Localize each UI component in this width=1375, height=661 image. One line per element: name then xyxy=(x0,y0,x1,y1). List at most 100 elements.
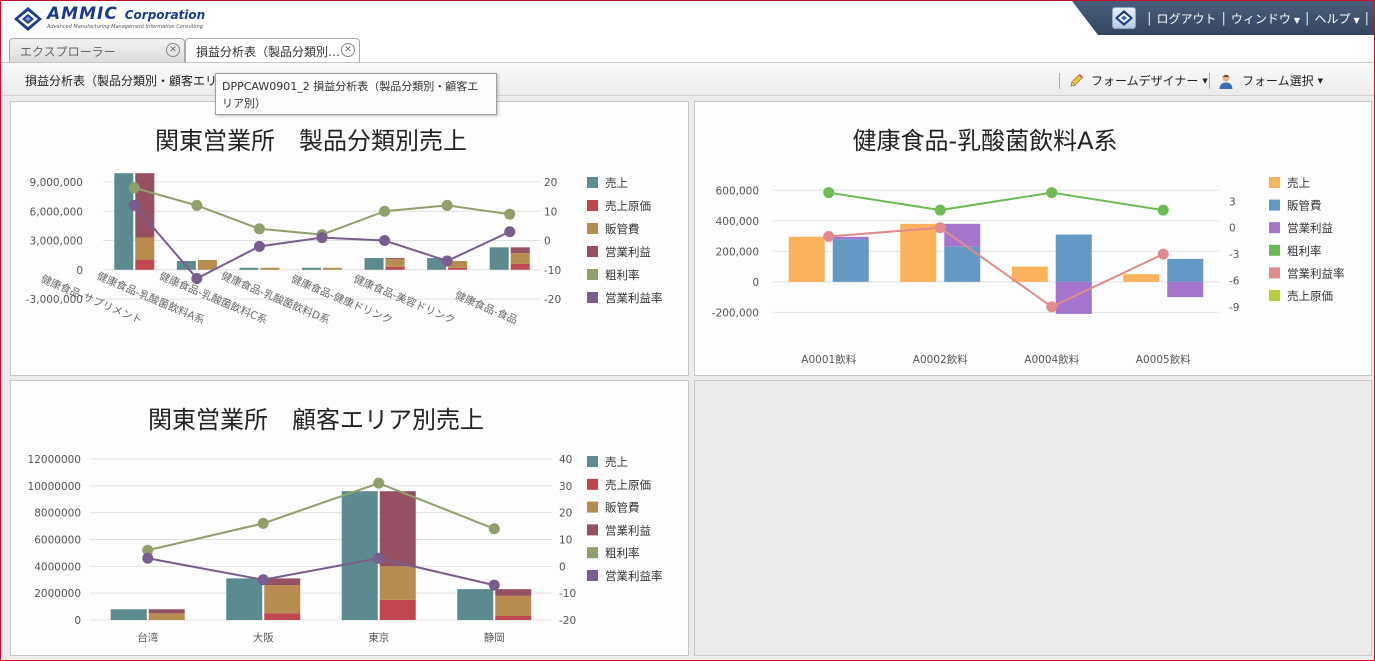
y2-tick-label: 3 xyxy=(1229,196,1236,208)
point-gross-margin xyxy=(373,477,385,489)
y-tick-label: 0 xyxy=(74,615,81,627)
window-menu[interactable]: ウィンドウ ▼ xyxy=(1231,10,1300,27)
legend-swatch xyxy=(587,547,598,559)
line-op-margin xyxy=(147,557,495,587)
tab-bar: エクスプローラー ✕ 損益分析表（製品分類別… ✕ xyxy=(1,35,1374,63)
point-gross-margin xyxy=(504,208,516,220)
y-tick-label: 4000000 xyxy=(34,561,81,573)
point-op-margin xyxy=(504,226,516,238)
x-tick-label: 東京 xyxy=(368,631,389,644)
bar-sales xyxy=(239,267,259,270)
bar-sga xyxy=(510,253,530,264)
toolbar-separator xyxy=(1209,72,1210,89)
x-tick-label: A0005飲料 xyxy=(1136,353,1191,366)
close-icon[interactable]: ✕ xyxy=(166,43,180,57)
bar-op-profit xyxy=(495,589,532,596)
form-designer-button[interactable]: フォームデザイナー ▼ xyxy=(1059,72,1208,89)
legend-swatch xyxy=(587,200,598,211)
point-op-margin xyxy=(488,579,500,591)
y-tick-label: 2000000 xyxy=(34,588,81,600)
y2-tick-label: -9 xyxy=(1229,302,1239,314)
y2-tick-label: 30 xyxy=(559,481,572,493)
help-menu[interactable]: ヘルプ ▼ xyxy=(1314,10,1359,27)
legend-swatch xyxy=(1269,244,1280,256)
y-tick-label: 9,000,000 xyxy=(30,177,83,189)
y-tick-label: 0 xyxy=(752,277,759,289)
line-gross-margin xyxy=(147,482,495,552)
legend-label: 粗利率 xyxy=(1287,244,1322,258)
legend-swatch xyxy=(1269,267,1280,279)
form-select-button[interactable]: フォーム選択 ▼ xyxy=(1209,72,1323,89)
bar-sga xyxy=(495,595,532,616)
legend-label: 営業利益率 xyxy=(605,291,663,305)
y2-tick-label: -20 xyxy=(559,615,576,627)
bar-cost xyxy=(510,263,530,270)
logout-link[interactable]: ログアウト xyxy=(1156,10,1216,27)
bar-sga xyxy=(135,237,155,260)
legend-swatch xyxy=(587,292,598,303)
point-op-margin xyxy=(1046,301,1058,313)
menu-separator: | xyxy=(1305,10,1310,26)
point-op-margin xyxy=(934,222,946,234)
bar-sga xyxy=(264,585,301,614)
y2-tick-label: 10 xyxy=(544,206,557,218)
chevron-down-icon: ▼ xyxy=(1202,76,1208,85)
legend-swatch xyxy=(587,570,598,581)
chart-pane-product-category: 関東営業所 製品分類別売上 9,000,000 6,000,000 3,000,000… xyxy=(10,101,689,376)
x-tick-label: 健康食品-美容ドリンク xyxy=(352,272,457,326)
chevron-down-icon: ▼ xyxy=(1317,76,1324,85)
top-bar: AMMIC Corporation Advanced Manufacturing… xyxy=(1,1,1374,35)
form-title: 損益分析表（製品分類別・顧客エリア xyxy=(25,74,230,88)
home-button[interactable] xyxy=(1112,7,1137,29)
y-tick-label: 6000000 xyxy=(34,535,81,547)
menu-separator: | xyxy=(1221,10,1226,26)
y-tick-label: 8000000 xyxy=(34,508,81,520)
bar-cost xyxy=(495,615,532,620)
bar-sga xyxy=(323,267,342,270)
bar-sales xyxy=(364,258,384,270)
bar-cost xyxy=(264,613,301,620)
bar-sga xyxy=(1167,258,1204,282)
x-tick-label: 大阪 xyxy=(253,631,274,644)
y-tick-label: 0 xyxy=(76,265,83,277)
legend-swatch xyxy=(587,269,598,280)
logo-diamond-icon xyxy=(14,7,42,31)
y2-tick-label: 10 xyxy=(559,535,572,547)
y-tick-label: 10000000 xyxy=(28,481,81,493)
y2-tick-label: -20 xyxy=(544,294,561,306)
point-gross-margin xyxy=(128,182,140,194)
point-gross-margin xyxy=(441,199,453,211)
point-gross-margin xyxy=(823,187,835,199)
point-op-margin xyxy=(191,273,203,285)
x-tick-label: 健康食品-乳酸菌飲料D系 xyxy=(219,269,332,327)
x-tick-label: A0001飲料 xyxy=(801,353,856,366)
y2-tick-label: -10 xyxy=(544,265,561,277)
x-tick-label: 台湾 xyxy=(137,631,158,644)
empty-pane xyxy=(694,380,1372,656)
legend-swatch xyxy=(1269,177,1280,188)
tab-explorer[interactable]: エクスプローラー ✕ xyxy=(9,38,185,62)
tab-label: 損益分析表（製品分類別… xyxy=(196,45,341,59)
bar-sales xyxy=(788,236,825,282)
tab-profit-analysis[interactable]: 損益分析表（製品分類別… ✕ xyxy=(185,38,360,63)
legend-swatch xyxy=(1269,199,1280,211)
point-op-margin xyxy=(253,240,265,252)
menu-separator: | xyxy=(1364,10,1369,26)
legend-swatch xyxy=(1269,290,1280,301)
pencil-icon xyxy=(1070,73,1083,87)
menu-separator: | xyxy=(1147,10,1152,26)
tab-label: エクスプローラー xyxy=(20,45,116,59)
legend-swatch xyxy=(1269,222,1280,234)
tooltip-line: リア別） xyxy=(222,97,266,110)
chart-customer-area: 関東営業所 顧客エリア別売上 12000000 10000000 8000000 600… xyxy=(28,406,663,644)
x-tick-label: A0004飲料 xyxy=(1024,353,1079,366)
close-icon[interactable]: ✕ xyxy=(341,43,355,57)
toolbar-separator xyxy=(1059,72,1060,89)
chart-pane-customer-area: 関東営業所 顧客エリア別売上 12000000 10000000 8000000 600… xyxy=(10,380,689,656)
chart-lactic-drink: 健康食品-乳酸菌飲料A系 600,000 400,000 200,000 0 -200,0… xyxy=(712,127,1345,366)
legend-label: 販管費 xyxy=(1287,199,1322,213)
legend-label: 販管費 xyxy=(605,501,640,515)
point-op-margin xyxy=(823,231,835,243)
company-logo: AMMIC Corporation Advanced Manufacturing… xyxy=(13,6,205,34)
legend-label: 営業利益 xyxy=(1287,221,1333,235)
